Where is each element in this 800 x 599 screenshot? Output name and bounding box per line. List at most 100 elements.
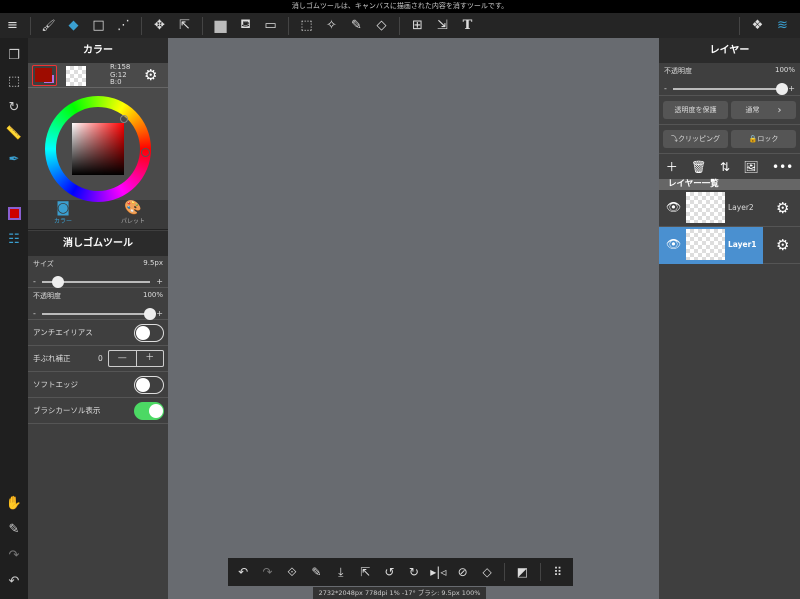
fill-color-icon[interactable]: ■: [208, 13, 233, 38]
soft-edge-toggle[interactable]: [134, 375, 164, 394]
tab-color-label: カラー: [53, 218, 72, 225]
undo-icon[interactable]: ↶: [4, 572, 24, 592]
size-slider[interactable]: [41, 275, 151, 288]
protect-alpha-button[interactable]: 透明度を保護: [663, 101, 728, 119]
layer-row[interactable]: 👁 Layer2 ⚙: [659, 190, 800, 227]
fullscreen-icon[interactable]: ◩: [510, 560, 534, 585]
operation-tool-icon[interactable]: ⇲: [430, 13, 455, 38]
pages-icon[interactable]: ❐: [4, 46, 24, 66]
select-tool-icon[interactable]: ⬚: [294, 13, 319, 38]
eyedropper-icon[interactable]: ✎: [4, 520, 24, 540]
dot-tool-icon[interactable]: ⋰: [111, 13, 136, 38]
size-plus[interactable]: +: [156, 277, 163, 286]
color-wheel-area: [28, 88, 168, 202]
layer-image-icon[interactable]: 🖼: [743, 160, 758, 174]
transform-tool-icon[interactable]: ⇱: [172, 13, 197, 38]
text-tool-icon[interactable]: T: [455, 13, 480, 38]
clear-selection-icon[interactable]: ◇: [475, 560, 499, 585]
blend-mode-label: 通常: [745, 106, 760, 114]
brush-tool-icon[interactable]: 🖌: [36, 13, 61, 38]
opacity-slider-knob[interactable]: [144, 307, 157, 320]
color-settings-gear-icon[interactable]: ⚙: [144, 66, 157, 84]
layer-opacity-plus[interactable]: +: [788, 84, 795, 93]
layer-settings-gear-icon[interactable]: ⚙: [776, 236, 789, 254]
layer-opacity-value: 100%: [774, 66, 795, 74]
palette-icon: 🎨: [124, 200, 142, 216]
select-eraser-icon[interactable]: ◇: [369, 13, 394, 38]
blend-mode-button[interactable]: 通常 ›: [731, 101, 796, 119]
background-color-swatch[interactable]: [66, 66, 86, 86]
size-slider-knob[interactable]: [52, 275, 65, 288]
flip-icon[interactable]: ▸|◃: [426, 560, 450, 585]
undo-icon[interactable]: ↶: [231, 560, 255, 585]
color-panel-icon[interactable]: [4, 204, 24, 224]
grid-handle-icon[interactable]: ⠿: [546, 560, 570, 585]
clipping-icon: ⤵: [671, 135, 678, 143]
move-layer-icon[interactable]: ⇅: [720, 160, 730, 174]
layers-icon[interactable]: ≋: [770, 13, 795, 38]
clipping-label: クリッピング: [678, 135, 720, 143]
lock-button[interactable]: 🔒 ロック: [731, 130, 796, 148]
eyedropper-icon[interactable]: ✎: [304, 560, 328, 585]
add-layer-icon[interactable]: ＋: [666, 158, 678, 175]
material-icon[interactable]: ❖: [745, 13, 770, 38]
layer-name: Layer1: [728, 240, 757, 249]
export-icon[interactable]: ⇱: [353, 560, 377, 585]
tab-color[interactable]: ◙ カラー: [28, 200, 98, 229]
layer-opacity-knob[interactable]: [776, 82, 789, 95]
save-icon[interactable]: ⤓: [329, 560, 353, 585]
brush-list-icon[interactable]: ☷: [4, 230, 24, 250]
eraser-tool-icon[interactable]: ◆: [61, 13, 86, 38]
transform-selection-icon[interactable]: ⟐: [280, 560, 304, 585]
layer-opacity-minus[interactable]: -: [664, 84, 667, 93]
blue-value: B:0: [110, 78, 122, 86]
layer-settings-gear-icon[interactable]: ⚙: [776, 199, 789, 217]
color-swatches-row: R:158 G:12 B:0 ⚙: [28, 63, 168, 88]
reset-rotation-icon[interactable]: ⊘: [451, 560, 475, 585]
opacity-plus[interactable]: +: [156, 309, 163, 318]
visibility-eye-icon[interactable]: 👁: [666, 200, 681, 214]
redo-icon[interactable]: ↷: [255, 560, 279, 585]
frame-tool-icon[interactable]: ⊞: [405, 13, 430, 38]
hue-picker-handle[interactable]: [141, 148, 150, 157]
canvas-area[interactable]: [168, 38, 659, 599]
magic-wand-icon[interactable]: ✧: [319, 13, 344, 38]
delete-layer-icon[interactable]: 🗑: [691, 160, 706, 174]
visibility-eye-icon[interactable]: 👁: [666, 237, 681, 251]
rotate-right-icon[interactable]: ↻: [402, 560, 426, 585]
more-icon[interactable]: •••: [772, 160, 793, 174]
gradient-tool-icon[interactable]: ▭: [258, 13, 283, 38]
hand-icon[interactable]: ✋: [4, 494, 24, 514]
sv-picker-handle[interactable]: [120, 115, 128, 123]
left-panel: カラー R:158 G:12 B:0 ⚙ ◙ カラー 🎨 パレット 消しゴムツー…: [28, 38, 168, 599]
foreground-color-swatch[interactable]: [32, 65, 57, 86]
opacity-value: 100%: [142, 291, 163, 299]
layer-opacity-slider[interactable]: [672, 82, 789, 95]
selection-icon[interactable]: ⬚: [4, 72, 24, 92]
ruler-icon[interactable]: 📏: [4, 124, 24, 144]
size-minus[interactable]: -: [33, 277, 36, 286]
layer-name: Layer2: [728, 203, 754, 212]
bottom-toolbar: ↶ ↷ ⟐ ✎ ⤓ ⇱ ↺ ↻ ▸|◃ ⊘ ◇ ◩ ⠿: [228, 558, 573, 586]
saturation-value-square[interactable]: [72, 123, 124, 175]
clipping-button[interactable]: ⤵ クリッピング: [663, 130, 728, 148]
shape-tool-icon[interactable]: □: [86, 13, 111, 38]
stabilizer-minus-button[interactable]: —: [109, 351, 137, 366]
bucket-tool-icon[interactable]: ⛾: [233, 13, 258, 38]
antialias-toggle[interactable]: [134, 323, 164, 342]
color-panel-title: カラー: [28, 38, 168, 63]
move-tool-icon[interactable]: ✥: [147, 13, 172, 38]
redo-icon[interactable]: ↷: [4, 546, 24, 566]
stabilizer-label: 手ぶれ補正: [33, 354, 71, 363]
rotate-left-icon[interactable]: ↺: [377, 560, 401, 585]
select-pen-icon[interactable]: ✎: [344, 13, 369, 38]
opacity-minus[interactable]: -: [33, 309, 36, 318]
stabilizer-plus-button[interactable]: ＋: [137, 351, 164, 366]
brush-cursor-toggle[interactable]: [134, 401, 164, 420]
menu-icon[interactable]: ≡: [0, 13, 25, 38]
opacity-slider[interactable]: [41, 307, 157, 320]
tab-palette[interactable]: 🎨 パレット: [98, 200, 168, 229]
rotate-icon[interactable]: ↻: [4, 98, 24, 118]
pen-icon[interactable]: ✒: [4, 150, 24, 170]
layer-row[interactable]: 👁 Layer1 ⚙: [659, 227, 800, 264]
